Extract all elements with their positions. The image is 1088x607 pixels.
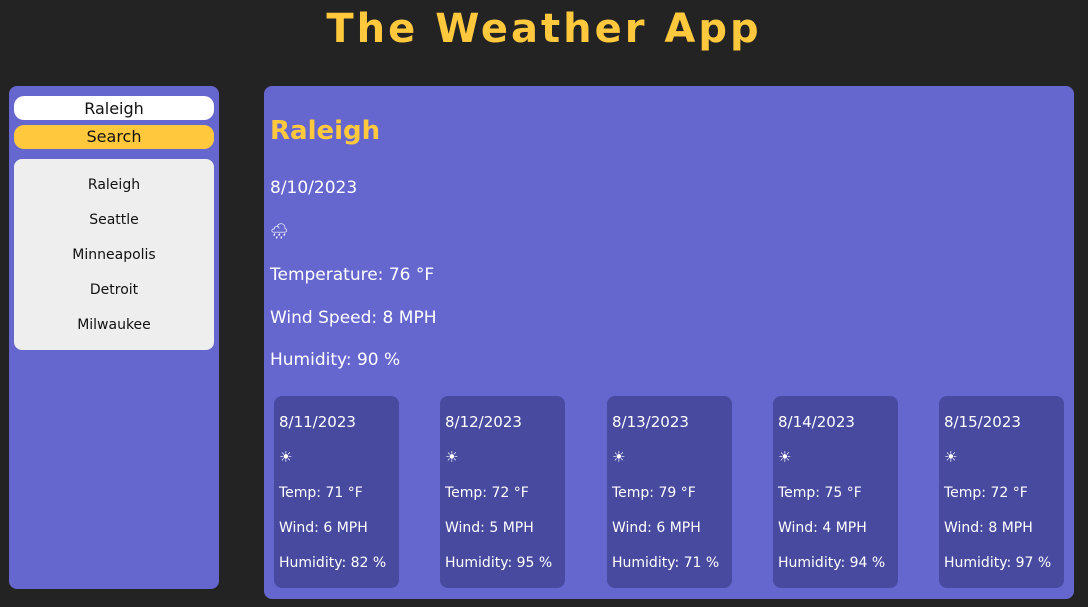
forecast-wind: Wind: 5 MPH	[445, 520, 534, 536]
forecast-temp: Temp: 72 °F	[445, 485, 529, 501]
forecast-card: 8/13/2023 ☀ Temp: 79 °F Wind: 6 MPH Humi…	[607, 396, 732, 588]
current-date: 8/10/2023	[270, 178, 358, 198]
app-title: The Weather App	[326, 6, 762, 52]
current-city-name: Raleigh	[270, 116, 381, 146]
city-search-input[interactable]	[14, 96, 214, 120]
sun-icon: ☀	[445, 448, 459, 466]
forecast-wind: Wind: 4 MPH	[778, 520, 867, 536]
sun-icon: ☀	[279, 448, 293, 466]
history-item[interactable]: Detroit	[14, 276, 214, 311]
forecast-humidity: Humidity: 94 %	[778, 555, 886, 571]
forecast-temp: Temp: 72 °F	[944, 485, 1028, 501]
history-item[interactable]: Seattle	[14, 206, 214, 241]
forecast-date: 8/15/2023	[944, 413, 1021, 431]
forecast-date: 8/12/2023	[445, 413, 522, 431]
current-wind-speed: Wind Speed: 8 MPH	[270, 308, 437, 328]
forecast-card: 8/15/2023 ☀ Temp: 72 °F Wind: 8 MPH Humi…	[939, 396, 1064, 588]
forecast-date: 8/13/2023	[612, 413, 689, 431]
sun-icon: ☀	[778, 448, 792, 466]
current-humidity: Humidity: 90 %	[270, 350, 401, 370]
current-temperature: Temperature: 76 °F	[270, 265, 435, 285]
forecast-temp: Temp: 75 °F	[778, 485, 862, 501]
forecast-wind: Wind: 6 MPH	[612, 520, 701, 536]
history-item[interactable]: Raleigh	[14, 171, 214, 206]
forecast-wind: Wind: 8 MPH	[944, 520, 1033, 536]
forecast-humidity: Humidity: 82 %	[279, 555, 387, 571]
forecast-humidity: Humidity: 97 %	[944, 555, 1052, 571]
forecast-temp: Temp: 79 °F	[612, 485, 696, 501]
forecast-card: 8/11/2023 ☀ Temp: 71 °F Wind: 6 MPH Humi…	[274, 396, 399, 588]
forecast-date: 8/11/2023	[279, 413, 356, 431]
sun-icon: ☀	[612, 448, 626, 466]
sun-icon: ☀	[944, 448, 958, 466]
search-history-list: Raleigh Seattle Minneapolis Detroit Milw…	[14, 159, 214, 350]
search-button[interactable]: Search	[14, 125, 214, 149]
sidebar: Search Raleigh Seattle Minneapolis Detro…	[9, 86, 219, 589]
forecast-humidity: Humidity: 95 %	[445, 555, 553, 571]
history-item[interactable]: Milwaukee	[14, 311, 214, 346]
forecast-card: 8/12/2023 ☀ Temp: 72 °F Wind: 5 MPH Humi…	[440, 396, 565, 588]
forecast-wind: Wind: 6 MPH	[279, 520, 368, 536]
rain-cloud-icon: 🌧	[270, 222, 290, 240]
current-weather-panel: Raleigh 8/10/2023 🌧 Temperature: 76 °F W…	[264, 86, 1074, 599]
forecast-date: 8/14/2023	[778, 413, 855, 431]
forecast-temp: Temp: 71 °F	[279, 485, 363, 501]
history-item[interactable]: Minneapolis	[14, 241, 214, 276]
forecast-humidity: Humidity: 71 %	[612, 555, 720, 571]
forecast-card: 8/14/2023 ☀ Temp: 75 °F Wind: 4 MPH Humi…	[773, 396, 898, 588]
